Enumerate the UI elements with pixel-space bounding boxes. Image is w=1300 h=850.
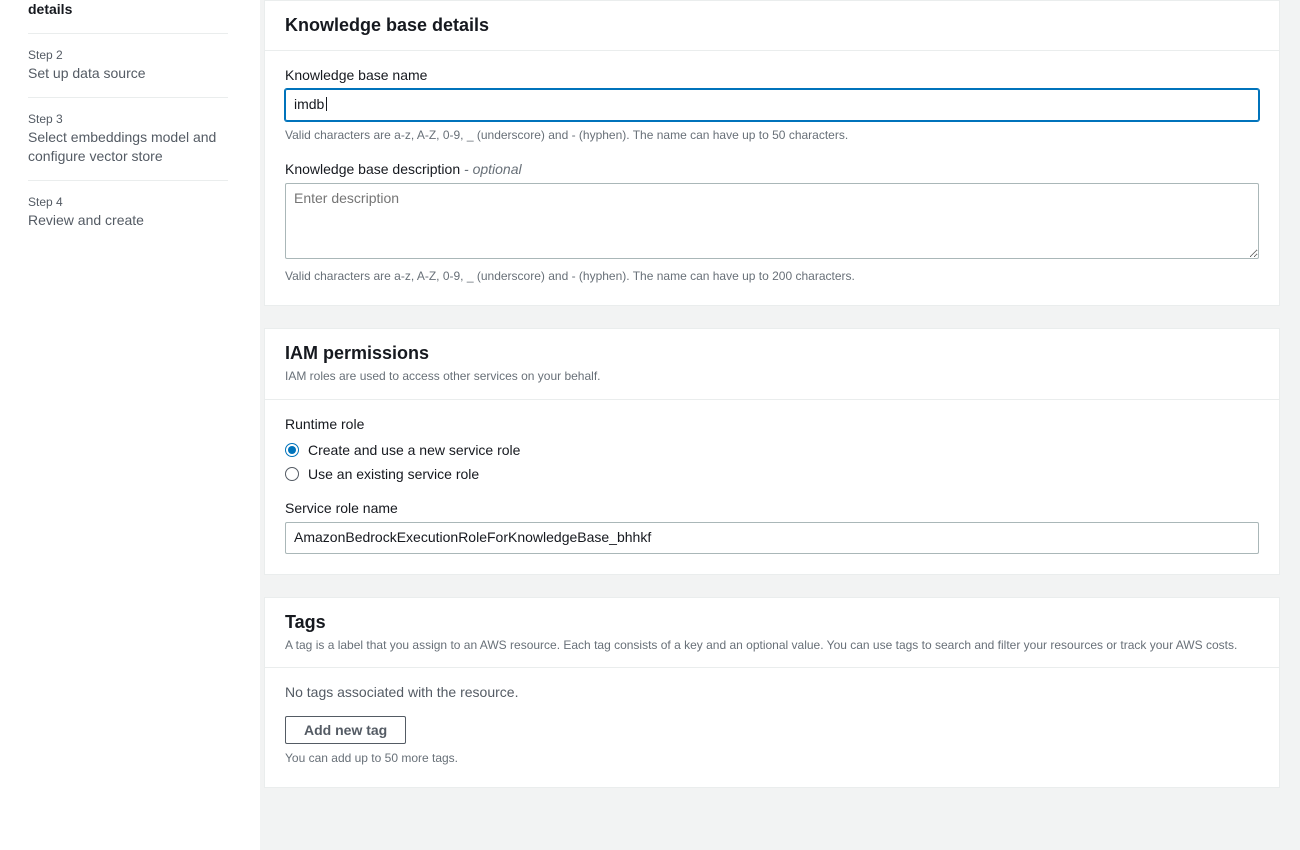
kb-name-field: Knowledge base name imdb Valid character… (285, 67, 1259, 143)
radio-label: Use an existing service role (308, 466, 479, 482)
service-role-name-label: Service role name (285, 500, 1259, 516)
tags-panel: Tags A tag is a label that you assign to… (264, 597, 1280, 789)
wizard-step-2[interactable]: Step 2 Set up data source (28, 34, 228, 98)
panel-header: IAM permissions IAM roles are used to ac… (265, 329, 1279, 400)
add-new-tag-button[interactable]: Add new tag (285, 716, 406, 744)
kb-details-panel: Knowledge base details Knowledge base na… (264, 0, 1280, 306)
panel-title: IAM permissions (285, 343, 1259, 364)
wizard-step-num: Step 3 (28, 112, 228, 126)
runtime-role-label: Runtime role (285, 416, 1259, 432)
panel-subtitle: IAM roles are used to access other servi… (285, 368, 1259, 385)
radio-icon (285, 467, 299, 481)
wizard-step-title: Review and create (28, 211, 228, 230)
kb-desc-label-text: Knowledge base description (285, 161, 460, 177)
wizard-step-title: Set up data source (28, 64, 228, 83)
radio-existing-role[interactable]: Use an existing service role (285, 466, 1259, 482)
radio-new-role[interactable]: Create and use a new service role (285, 442, 1259, 458)
service-role-name-field: Service role name (285, 500, 1259, 554)
tags-empty-text: No tags associated with the resource. (285, 684, 1259, 700)
optional-suffix: - optional (460, 161, 521, 177)
radio-label: Create and use a new service role (308, 442, 520, 458)
runtime-role-field: Runtime role Create and use a new servic… (285, 416, 1259, 482)
panel-subtitle: A tag is a label that you assign to an A… (285, 637, 1259, 654)
kb-name-label: Knowledge base name (285, 67, 1259, 83)
kb-name-input[interactable]: imdb (285, 89, 1259, 121)
panel-header: Tags A tag is a label that you assign to… (265, 598, 1279, 669)
kb-name-value: imdb (294, 95, 324, 115)
kb-desc-hint: Valid characters are a-z, A-Z, 0-9, _ (u… (285, 268, 1259, 285)
panel-header: Knowledge base details (265, 1, 1279, 51)
wizard-step-4[interactable]: Step 4 Review and create (28, 181, 228, 244)
wizard-step-title: details (28, 0, 228, 19)
text-caret-icon (326, 97, 327, 111)
wizard-step-num: Step 2 (28, 48, 228, 62)
kb-desc-textarea[interactable] (285, 183, 1259, 259)
kb-name-hint: Valid characters are a-z, A-Z, 0-9, _ (u… (285, 127, 1259, 144)
wizard-step-title: Select embeddings model and configure ve… (28, 128, 228, 166)
kb-desc-field: Knowledge base description - optional Va… (285, 161, 1259, 285)
panel-title: Knowledge base details (285, 15, 1259, 36)
main-content: Knowledge base details Knowledge base na… (260, 0, 1300, 850)
panel-title: Tags (285, 612, 1259, 633)
service-role-name-input[interactable] (285, 522, 1259, 554)
wizard-step-num: Step 4 (28, 195, 228, 209)
wizard-sidebar: details Step 2 Set up data source Step 3… (0, 0, 260, 850)
wizard-step-1[interactable]: details (28, 0, 228, 34)
tags-limit-hint: You can add up to 50 more tags. (285, 750, 1259, 767)
wizard-step-3[interactable]: Step 3 Select embeddings model and confi… (28, 98, 228, 181)
iam-panel: IAM permissions IAM roles are used to ac… (264, 328, 1280, 574)
radio-icon (285, 443, 299, 457)
kb-desc-label: Knowledge base description - optional (285, 161, 1259, 177)
